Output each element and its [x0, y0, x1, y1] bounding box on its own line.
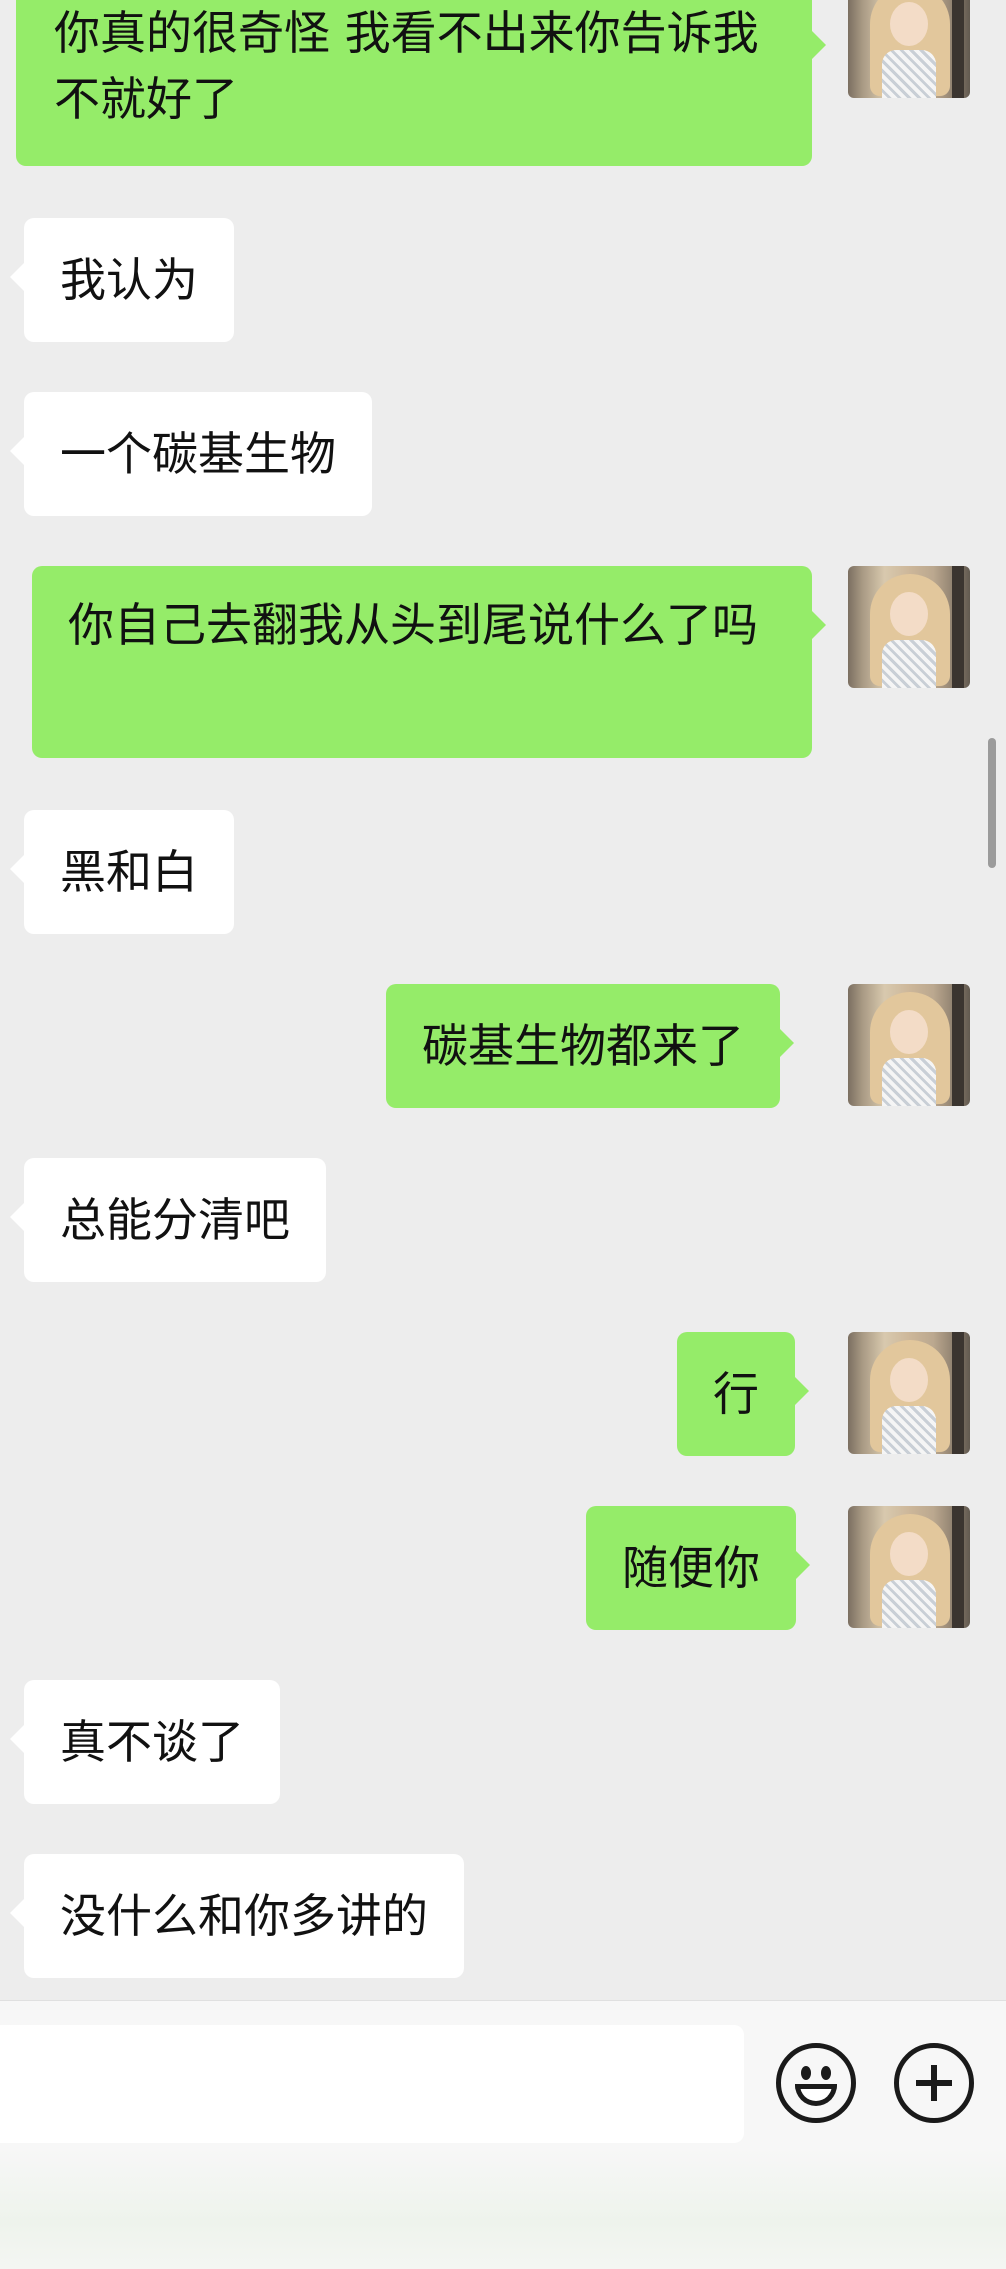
- bottom-safe-area: [0, 2149, 1006, 2269]
- message-bubble-incoming[interactable]: 一个碳基生物: [10, 392, 372, 516]
- my-avatar[interactable]: [848, 1506, 970, 1628]
- message-bubble-incoming[interactable]: 真不谈了: [10, 1680, 280, 1804]
- message-text: 随便你: [622, 1541, 760, 1595]
- message-text: 你真的很奇怪 我看不出来你告诉我不就好了: [54, 6, 759, 126]
- message-bubble-incoming[interactable]: 黑和白: [10, 810, 234, 934]
- message-bubble-outgoing[interactable]: 你真的很奇怪 我看不出来你告诉我不就好了: [16, 0, 826, 166]
- my-avatar[interactable]: [848, 1332, 970, 1454]
- message-bubble-incoming[interactable]: 总能分清吧: [10, 1158, 326, 1282]
- my-avatar[interactable]: [848, 0, 970, 98]
- message-text: 碳基生物都来了: [422, 1019, 744, 1073]
- chat-input-bar: [0, 2000, 1006, 2269]
- message-bubble-outgoing[interactable]: 随便你: [586, 1506, 810, 1630]
- smiley-face-icon[interactable]: [776, 2043, 856, 2123]
- message-text: 没什么和你多讲的: [60, 1889, 428, 1943]
- message-input[interactable]: [0, 2025, 744, 2143]
- chat-screen: 你真的很奇怪 我看不出来你告诉我不就好了 我认为 一个碳基生物 你自己去翻我从头…: [0, 0, 1006, 2269]
- message-text: 你自己去翻我从头到尾说什么了吗: [68, 598, 758, 652]
- my-avatar[interactable]: [848, 984, 970, 1106]
- message-bubble-outgoing[interactable]: 你自己去翻我从头到尾说什么了吗: [32, 566, 826, 758]
- message-text: 我认为: [60, 253, 198, 307]
- scrollbar[interactable]: [988, 738, 996, 868]
- message-text: 总能分清吧: [60, 1193, 290, 1247]
- message-bubble-incoming[interactable]: 没什么和你多讲的: [10, 1854, 464, 1978]
- plus-circle-icon[interactable]: [894, 2043, 974, 2123]
- message-bubble-outgoing[interactable]: 行: [677, 1332, 809, 1456]
- message-bubble-incoming[interactable]: 我认为: [10, 218, 234, 342]
- my-avatar[interactable]: [848, 566, 970, 688]
- message-text: 行: [713, 1367, 759, 1421]
- message-text: 真不谈了: [60, 1715, 244, 1769]
- message-text: 黑和白: [60, 845, 198, 899]
- message-text: 一个碳基生物: [60, 427, 336, 481]
- message-bubble-outgoing[interactable]: 碳基生物都来了: [386, 984, 794, 1108]
